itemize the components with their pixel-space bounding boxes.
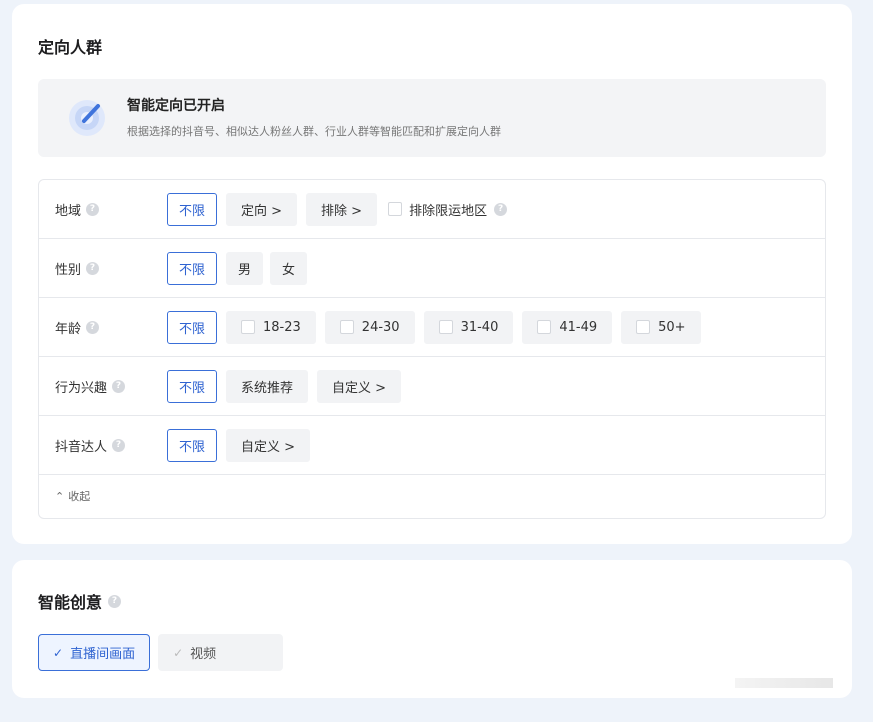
checkbox-box[interactable] xyxy=(241,320,256,334)
checkbox-box[interactable] xyxy=(388,202,403,216)
creative-title: 智能创意 xyxy=(38,593,103,612)
interest-recommended-button[interactable]: 系统推荐 xyxy=(226,369,309,403)
interest-custom-button[interactable]: 自定义 > xyxy=(317,369,402,403)
region-unlimited-button[interactable]: 不限 xyxy=(167,192,218,226)
live-room-visual-option[interactable]: ✓ 直播间画面 xyxy=(38,634,151,671)
creative-options: ✓ 直播间画面 ✓ 视频 xyxy=(38,634,284,671)
interest-options: 不限 系统推荐 自定义 > xyxy=(167,369,402,403)
region-label: 地域 xyxy=(55,203,82,219)
gender-female-button[interactable]: 女 xyxy=(270,251,308,285)
influencer-custom-button[interactable]: 自定义 > xyxy=(226,428,311,462)
collapse-label: 收起 xyxy=(68,490,91,503)
row-label: 地域 ? xyxy=(55,200,100,219)
question-circle-icon[interactable]: ? xyxy=(86,320,100,334)
age-option-label: 50+ xyxy=(658,319,686,335)
age-option-label: 31-40 xyxy=(460,319,499,335)
influencer-label: 抖音达人 xyxy=(55,439,108,455)
influencer-options: 不限 自定义 > xyxy=(167,428,311,462)
question-circle-icon[interactable]: ? xyxy=(112,438,126,452)
influencer-unlimited-button[interactable]: 不限 xyxy=(167,428,218,462)
question-circle-icon[interactable]: ? xyxy=(86,202,100,216)
influencer-row: 抖音达人 ? 不限 自定义 > xyxy=(39,416,825,475)
region-row: 地域 ? 不限 定向 > 排除 > 排除限运地区 ? xyxy=(39,180,825,239)
blurred-watermark xyxy=(735,678,833,688)
age-row: 年龄 ? 不限 18-23 24-30 31-40 41-49 50+ xyxy=(39,298,825,357)
question-circle-icon[interactable]: ? xyxy=(494,202,508,216)
smart-targeting-title: 智能定向已开启 xyxy=(127,98,225,114)
targeting-card: 定向人群 智能定向已开启 根据选择的抖音号、相似达人粉丝人群、行业人群等智能匹配… xyxy=(12,4,852,544)
age-option-50-plus[interactable]: 50+ xyxy=(621,310,701,344)
gender-row: 性别 ? 不限 男 女 xyxy=(39,239,825,298)
age-option-24-30[interactable]: 24-30 xyxy=(324,310,415,344)
row-label: 抖音达人 ? xyxy=(55,436,126,455)
age-options: 不限 18-23 24-30 31-40 41-49 50+ xyxy=(167,310,701,344)
question-circle-icon[interactable]: ? xyxy=(108,594,122,608)
age-option-label: 24-30 xyxy=(361,319,400,335)
row-label: 年龄 ? xyxy=(55,318,100,337)
creative-title-wrap: 智能创意 ? xyxy=(38,589,122,613)
check-icon: ✓ xyxy=(53,645,64,660)
region-exclude-button[interactable]: 排除 > xyxy=(306,192,378,226)
live-room-visual-label: 直播间画面 xyxy=(70,647,136,662)
smart-targeting-description: 根据选择的抖音号、相似达人粉丝人群、行业人群等智能匹配和扩展定向人群 xyxy=(127,125,501,138)
exclude-restricted-area-checkbox[interactable]: 排除限运地区 ? xyxy=(388,200,508,219)
interest-row: 行为兴趣 ? 不限 系统推荐 自定义 > xyxy=(39,357,825,416)
targeting-title: 定向人群 xyxy=(38,38,103,57)
collapse-button[interactable]: ⌃ 收起 xyxy=(55,488,90,504)
age-unlimited-button[interactable]: 不限 xyxy=(167,310,218,344)
row-label: 性别 ? xyxy=(55,259,100,278)
checkbox-box[interactable] xyxy=(636,320,651,334)
checkbox-box[interactable] xyxy=(339,320,354,334)
check-icon: ✓ xyxy=(173,645,184,660)
exclude-restricted-area-label: 排除限运地区 xyxy=(409,203,488,219)
interest-label: 行为兴趣 xyxy=(55,380,108,396)
target-arrow-icon xyxy=(69,100,105,136)
gender-label: 性别 xyxy=(55,262,82,278)
chevron-double-up-icon: ⌃ xyxy=(55,489,65,503)
gender-options: 不限 男 女 xyxy=(167,251,308,285)
video-label: 视频 xyxy=(190,647,217,662)
age-option-label: 18-23 xyxy=(263,319,301,335)
age-option-18-23[interactable]: 18-23 xyxy=(226,310,316,344)
gender-unlimited-button[interactable]: 不限 xyxy=(167,251,218,285)
question-circle-icon[interactable]: ? xyxy=(86,261,100,275)
creative-card: 智能创意 ? ✓ 直播间画面 ✓ 视频 xyxy=(12,560,852,698)
targeting-table: 地域 ? 不限 定向 > 排除 > 排除限运地区 ? 性别 ? 不限 男 女 年… xyxy=(38,179,826,519)
age-option-label: 41-49 xyxy=(559,319,598,335)
checkbox-box[interactable] xyxy=(537,320,552,334)
video-option[interactable]: ✓ 视频 xyxy=(158,634,284,671)
age-option-31-40[interactable]: 31-40 xyxy=(423,310,514,344)
checkbox-box[interactable] xyxy=(438,320,453,334)
smart-targeting-banner: 智能定向已开启 根据选择的抖音号、相似达人粉丝人群、行业人群等智能匹配和扩展定向… xyxy=(38,79,826,157)
interest-unlimited-button[interactable]: 不限 xyxy=(167,369,218,403)
age-label: 年龄 xyxy=(55,321,82,337)
gender-male-button[interactable]: 男 xyxy=(226,251,264,285)
age-option-41-49[interactable]: 41-49 xyxy=(522,310,613,344)
region-target-button[interactable]: 定向 > xyxy=(226,192,298,226)
question-circle-icon[interactable]: ? xyxy=(112,379,126,393)
row-label: 行为兴趣 ? xyxy=(55,377,126,396)
region-options: 不限 定向 > 排除 > 排除限运地区 ? xyxy=(167,192,508,226)
